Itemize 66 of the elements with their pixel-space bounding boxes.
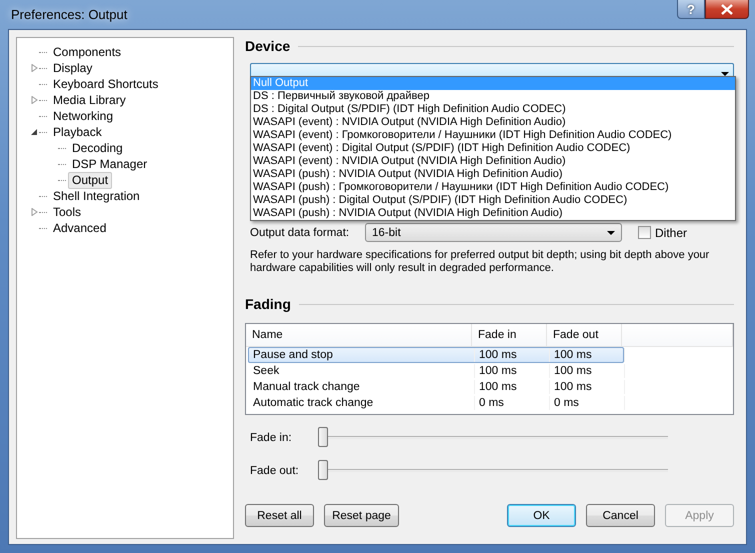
table-cell: 100 ms — [475, 364, 550, 378]
dropdown-option[interactable]: DS : Первичный звуковой драйвер — [251, 90, 735, 103]
slider-label: Fade out: — [250, 464, 300, 476]
tree-item[interactable]: Shell Integration — [49, 188, 144, 204]
expand-icon[interactable] — [30, 208, 38, 216]
column-header[interactable]: Name — [246, 324, 472, 347]
dialog-button[interactable]: Cancel — [586, 504, 655, 527]
dropdown-option[interactable]: WASAPI (event) : Громкоговорители / Наушники (IDT High Definition Audio CODEC) — [251, 129, 735, 142]
dropdown-option[interactable]: WASAPI (push) : Digital Output (S/PDIF) (IDT High Definition Audio CODEC) — [251, 194, 735, 207]
tree-item[interactable]: Playback — [49, 124, 106, 140]
dropdown-option[interactable]: WASAPI (push) : NVIDIA Output (NVIDIA High Definition Audio) — [251, 207, 735, 220]
table-cell: 100 ms — [475, 348, 550, 362]
dropdown-option[interactable]: WASAPI (event) : NVIDIA Output (NVIDIA High Definition Audio) — [251, 155, 735, 168]
dropdown-option[interactable]: WASAPI (push) : NVIDIA Output (NVIDIA High Definition Audio) — [251, 168, 735, 181]
dropdown-option[interactable]: WASAPI (event) : Digital Output (S/PDIF) (IDT High Definition Audio CODEC) — [251, 142, 735, 155]
table-cell: 100 ms — [475, 380, 550, 394]
tree-item[interactable]: Advanced — [49, 220, 110, 236]
dialog-button[interactable]: OK — [507, 504, 576, 527]
table-cell: Automatic track change — [249, 396, 475, 410]
table-row[interactable]: Pause and stop 100 ms 100 ms — [248, 347, 624, 363]
dropdown-option[interactable]: WASAPI (push) : Громкоговорители / Наушники (IDT High Definition Audio CODEC) — [251, 181, 735, 194]
dialog-button[interactable]: Reset all — [245, 504, 314, 527]
slider-track[interactable] — [318, 427, 668, 448]
table-row[interactable]: Seek 100 ms 100 ms — [248, 363, 624, 379]
tree-item[interactable]: DSP Manager — [68, 156, 152, 172]
dither-checkbox[interactable] — [638, 226, 651, 239]
info-text: Refer to your hardware specifications for preferred output bit depth; using bit depth above your hardware capabilities will only result in degraded performance. — [250, 249, 710, 275]
table-row[interactable]: Manual track change 100 ms 100 ms — [248, 379, 624, 395]
slider-track[interactable] — [318, 460, 668, 481]
column-header[interactable]: Fade in — [472, 324, 547, 347]
tree-item[interactable]: Display — [49, 60, 96, 76]
tree-item[interactable]: Output — [68, 172, 112, 188]
slider-thumb[interactable] — [318, 427, 328, 447]
dialog-button[interactable]: Reset page — [324, 504, 399, 527]
tree-item[interactable]: Components — [49, 44, 126, 60]
dropdown-option[interactable]: WASAPI (event) : NVIDIA Output (NVIDIA High Definition Audio) — [251, 116, 735, 129]
column-header[interactable]: Fade out — [547, 324, 622, 347]
tree-item[interactable]: Keyboard Shortcuts — [49, 76, 162, 92]
tree-item[interactable]: Media Library — [49, 92, 130, 108]
table-cell: 100 ms — [550, 380, 625, 394]
collapse-icon[interactable] — [30, 128, 38, 136]
caret-icon — [607, 230, 615, 234]
expand-icon[interactable] — [30, 64, 38, 72]
section-heading: Device — [245, 37, 290, 55]
table-row[interactable]: Automatic track change 0 ms 0 ms — [248, 395, 624, 411]
section-heading: Fading — [245, 295, 291, 313]
table-cell: Seek — [249, 364, 475, 378]
window-title: Preferences: Output — [11, 7, 128, 22]
slider-thumb[interactable] — [318, 460, 328, 480]
close-button[interactable] — [705, 0, 749, 19]
table-cell: 100 ms — [550, 348, 625, 362]
table-cell: 0 ms — [475, 396, 550, 410]
dropdown-option[interactable]: DS : Digital Output (S/PDIF) (IDT High Definition Audio CODEC) — [251, 103, 735, 116]
close-icon — [720, 4, 734, 14]
table-cell: Manual track change — [249, 380, 475, 394]
tree-item[interactable]: Decoding — [68, 140, 127, 156]
tree-item[interactable]: Tools — [49, 204, 86, 220]
table-cell: 0 ms — [550, 396, 625, 410]
checkbox-label: Dither — [655, 226, 688, 240]
slider-label: Fade in: — [250, 432, 293, 444]
format-dropdown[interactable]: 16-bit — [365, 223, 622, 242]
table-cell: 100 ms — [550, 364, 625, 378]
tree-item[interactable]: Networking — [49, 108, 118, 124]
table-cell: Pause and stop — [249, 348, 475, 362]
field-label: Output data format: — [250, 226, 350, 238]
expand-icon[interactable] — [30, 96, 38, 104]
